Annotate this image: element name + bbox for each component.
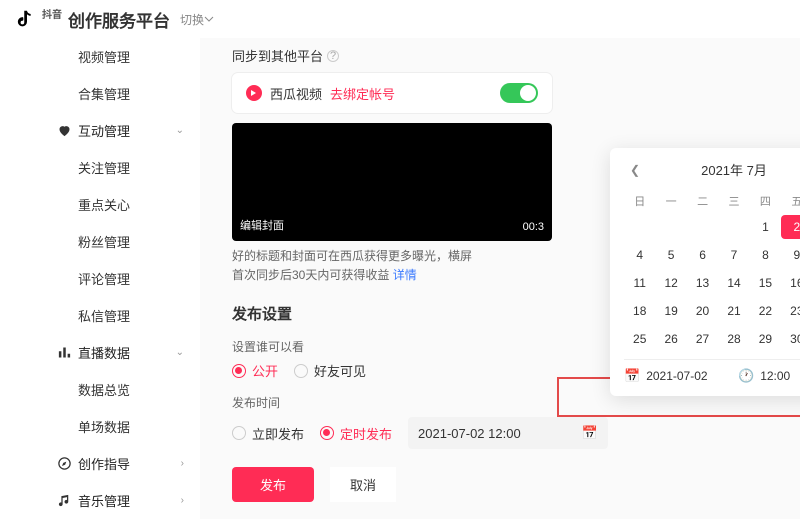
radio-icon [232,364,246,378]
calendar-day[interactable]: 19 [655,299,686,323]
publish-time-label: 发布时间 [232,394,768,411]
compass-icon [56,456,72,472]
heart-icon [56,123,72,139]
video-duration: 00:3 [523,221,544,233]
calendar-day[interactable]: 22 [750,299,781,323]
sidebar-item-focus[interactable]: 重点关心 [0,186,200,223]
calendar-day[interactable]: 21 [718,299,749,323]
brand-title: 创作服务平台 [68,7,170,32]
calendar-day[interactable]: 30 [781,327,800,351]
calendar-day[interactable]: 14 [718,271,749,295]
calendar-day[interactable]: 18 [624,299,655,323]
radio-icon [294,364,308,378]
calendar-icon[interactable]: 📅 [582,425,598,441]
switch-link[interactable]: 切换 [180,11,214,28]
douyin-icon [16,8,38,30]
sidebar-group-live[interactable]: 直播数据 ⌄ [0,334,200,371]
publish-button[interactable]: 发布 [232,467,314,502]
calendar-day[interactable]: 6 [687,243,718,267]
platform-name: 西瓜视频 [270,84,322,103]
sidebar: 视频管理 合集管理 互动管理 ⌄ 关注管理 重点关心 粉丝管理 评论管理 私信管… [0,38,200,519]
calendar-day[interactable]: 26 [655,327,686,351]
calendar-dow: 一 [655,189,686,213]
sidebar-group-music[interactable]: 音乐管理 › [0,482,200,519]
picker-time-field[interactable]: 🕐 12:00 [738,368,800,384]
calendar-day[interactable]: 2 [781,215,800,239]
sidebar-item-fans[interactable]: 粉丝管理 [0,223,200,260]
chart-icon [56,345,72,361]
prev-month-button[interactable]: ❮ [624,163,646,177]
sidebar-item-collection-manage[interactable]: 合集管理 [0,75,200,112]
calendar-day[interactable]: 16 [781,271,800,295]
calendar-day[interactable]: 8 [750,243,781,267]
calendar-day[interactable]: 12 [655,271,686,295]
calendar-dow-row: 日一二三四五六 [624,189,800,213]
brand-small: 抖音 [42,6,62,21]
sidebar-item-data-overview[interactable]: 数据总览 [0,371,200,408]
video-preview[interactable]: 编辑封面 00:3 [232,123,552,241]
calendar-day[interactable]: 7 [718,243,749,267]
sidebar-item-dm[interactable]: 私信管理 [0,297,200,334]
calendar-day[interactable]: 4 [624,243,655,267]
edit-cover-label[interactable]: 编辑封面 [240,217,284,233]
chevron-down-icon: ⌄ [176,347,184,358]
calendar-dow: 日 [624,189,655,213]
publish-scheduled-radio[interactable]: 定时发布 [320,424,392,443]
music-icon [56,493,72,509]
help-icon[interactable]: ? [327,50,339,62]
clock-icon: 🕐 [738,368,754,384]
radio-icon [232,426,246,440]
sidebar-group-guide[interactable]: 创作指导 › [0,445,200,482]
sidebar-item-video-manage[interactable]: 视频管理 [0,38,200,75]
calendar-day[interactable]: 9 [781,243,800,267]
calendar-dow: 五 [781,189,800,213]
picker-date-field[interactable]: 📅 2021-07-02 [624,368,730,384]
cancel-button[interactable]: 取消 [330,467,396,502]
visibility-public[interactable]: 公开 [232,361,278,380]
calendar-day[interactable]: 5 [655,243,686,267]
chevron-down-icon: ⌄ [176,125,184,136]
calendar-day[interactable]: 1 [750,215,781,239]
radio-icon [320,426,334,440]
sync-description: 好的标题和封面可在西瓜获得更多曝光，横屏 首次同步后30天内可获得收益 详情 [232,247,552,285]
xigua-icon [246,85,262,101]
calendar-day[interactable]: 23 [781,299,800,323]
brand-logo: 抖音 创作服务平台 [16,6,170,33]
calendar-day[interactable]: 15 [750,271,781,295]
bind-account-link[interactable]: 去绑定帐号 [330,84,395,103]
sidebar-group-interact[interactable]: 互动管理 ⌄ [0,112,200,149]
calendar-day[interactable]: 13 [687,271,718,295]
calendar-icon: 📅 [624,368,640,384]
calendar-day[interactable]: 11 [624,271,655,295]
calendar-dow: 三 [718,189,749,213]
calendar-day[interactable]: 27 [687,327,718,351]
sync-section-title: 同步到其他平台 ? [232,46,768,65]
scheduled-datetime-input[interactable] [408,417,608,449]
publish-now-radio[interactable]: 立即发布 [232,424,304,443]
main-content: 同步到其他平台 ? 西瓜视频 去绑定帐号 编辑封面 00:3 [200,38,800,519]
calendar-days-grid: 1234567891011121314151617181920212223242… [624,215,800,351]
calendar-dow: 四 [750,189,781,213]
sync-card: 西瓜视频 去绑定帐号 [232,73,552,113]
calendar-dow: 二 [687,189,718,213]
chevron-right-icon: › [181,458,184,469]
calendar-day[interactable]: 20 [687,299,718,323]
calendar-day[interactable]: 25 [624,327,655,351]
sidebar-item-follow[interactable]: 关注管理 [0,149,200,186]
date-picker-popover: ❮ 2021年 7月 ❯ 日一二三四五六 1234567891011121314… [610,148,800,396]
detail-link[interactable]: 详情 [393,268,417,282]
header-bar: 抖音 创作服务平台 切换 [0,0,800,38]
sidebar-item-comments[interactable]: 评论管理 [0,260,200,297]
calendar-day[interactable]: 28 [718,327,749,351]
calendar-title: 2021年 7月 [701,160,767,179]
sidebar-item-single-session[interactable]: 单场数据 [0,408,200,445]
sync-toggle[interactable] [500,83,538,103]
chevron-down-icon [204,14,214,24]
chevron-right-icon: › [181,495,184,506]
visibility-friends[interactable]: 好友可见 [294,361,366,380]
calendar-day[interactable]: 29 [750,327,781,351]
